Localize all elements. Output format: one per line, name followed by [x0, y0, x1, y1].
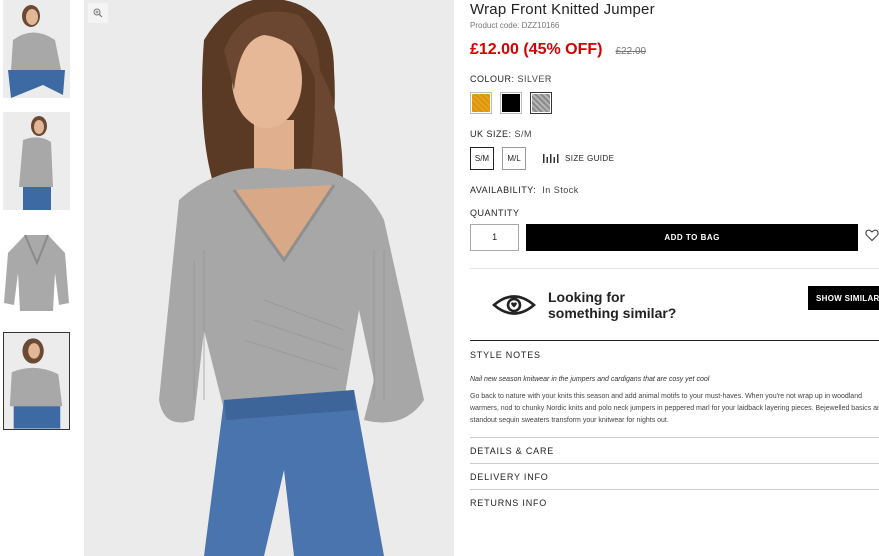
similar-line-1: Looking for	[548, 288, 625, 305]
style-notes-heading[interactable]: STYLE NOTES	[470, 350, 879, 360]
thumbnail-image	[3, 223, 70, 321]
details-care-heading: DETAILS & CARE	[470, 445, 555, 456]
thumbnail-image	[3, 0, 70, 98]
size-option-sm[interactable]: S/M	[470, 147, 494, 170]
colour-swatches	[470, 92, 879, 114]
size-label: UK SIZE: S/M	[470, 129, 879, 139]
size-options: S/M M/L SIZE GUIDE	[470, 147, 879, 170]
size-guide-link[interactable]: SIZE GUIDE	[543, 154, 614, 163]
quantity-input[interactable]: 1	[470, 224, 520, 251]
size-option-ml[interactable]: M/L	[502, 147, 526, 170]
style-notes-body: Go back to nature with your knits this s…	[470, 393, 879, 424]
product-info: Wrap Front Knitted Jumper Product code: …	[470, 0, 879, 515]
accordion-sections: DETAILS & CARE DELIVERY INFO RETURNS INF…	[470, 437, 879, 515]
model-image	[84, 0, 454, 556]
delivery-info-section[interactable]: DELIVERY INFO	[470, 463, 879, 489]
current-price: £12.00 (45% OFF)	[470, 41, 603, 58]
availability-label: AVAILABILITY:	[470, 185, 537, 195]
similar-line-2: something similar?	[548, 304, 677, 321]
swatch-mustard[interactable]	[470, 92, 492, 114]
show-similar-button[interactable]: SHOW SIMILAR	[808, 286, 879, 310]
colour-value: SILVER	[517, 74, 552, 84]
add-to-bag-button[interactable]: ADD TO BAG	[526, 224, 858, 251]
size-value: S/M	[514, 129, 533, 139]
zoom-button[interactable]	[88, 3, 108, 23]
size-label-text: UK SIZE:	[470, 129, 512, 139]
thumbnail-1[interactable]	[3, 0, 70, 98]
original-price: £22.00	[615, 46, 647, 57]
similar-banner: Looking for something similar? SHOW SIMI…	[470, 268, 879, 340]
product-title: Wrap Front Knitted Jumper	[470, 1, 655, 18]
thumbnail-image	[3, 112, 70, 210]
colour-label: COLOUR: SILVER	[470, 74, 879, 84]
thumbnail-image	[4, 333, 69, 429]
ruler-icon	[543, 154, 559, 163]
colour-label-text: COLOUR:	[470, 74, 515, 84]
details-care-section[interactable]: DETAILS & CARE	[470, 437, 879, 463]
similar-text: Looking for something similar?	[548, 289, 676, 321]
thumbnail-2[interactable]	[3, 112, 70, 210]
size-guide-label: SIZE GUIDE	[565, 154, 615, 163]
quantity-label: QUANTITY	[470, 208, 520, 218]
swatch-black[interactable]	[500, 92, 522, 114]
wishlist-button[interactable]	[865, 228, 879, 247]
zoom-icon	[93, 8, 103, 18]
style-notes-intro: Nail new season knitwear in the jumpers …	[470, 376, 710, 383]
main-product-image[interactable]	[84, 0, 454, 556]
quantity-row: 1 ADD TO BAG	[470, 224, 879, 251]
availability: AVAILABILITY: In Stock	[470, 185, 879, 195]
price-row: £12.00 (45% OFF) £22.00	[470, 41, 879, 59]
thumbnail-3[interactable]	[3, 223, 70, 321]
returns-info-heading: RETURNS INFO	[470, 497, 548, 508]
delivery-info-heading: DELIVERY INFO	[470, 471, 549, 482]
availability-value: In Stock	[542, 185, 579, 195]
heart-icon	[865, 229, 879, 242]
returns-info-section[interactable]: RETURNS INFO	[470, 489, 879, 515]
eye-icon	[492, 294, 536, 315]
style-notes: STYLE NOTES Nail new season knitwear in …	[470, 340, 879, 427]
thumbnail-4[interactable]	[3, 332, 70, 430]
swatch-silver[interactable]	[530, 92, 552, 114]
product-code: Product code: DZZ10166	[470, 21, 560, 30]
